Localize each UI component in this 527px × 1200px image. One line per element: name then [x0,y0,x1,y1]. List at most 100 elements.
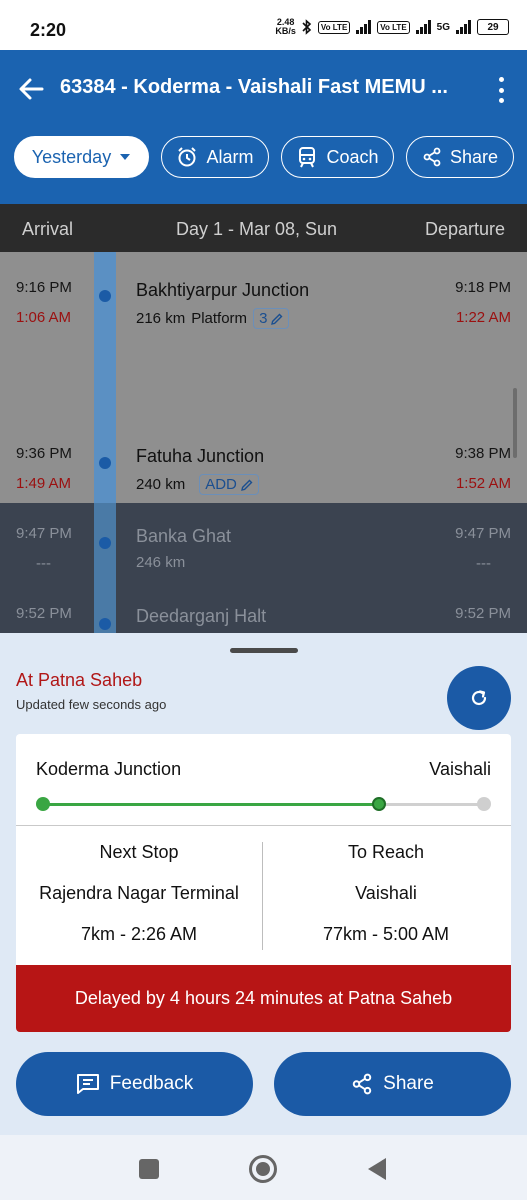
next-stop-name: Rajendra Nagar Terminal [39,883,239,903]
more-options-icon[interactable] [497,77,505,103]
scheduled-departure: 9:52 PM [455,605,511,622]
alarm-label: Alarm [206,146,254,167]
network-speed: 2.48 KB/s [275,17,296,36]
scheduled-departure: 9:47 PM [455,525,511,542]
signal-icon-3 [456,20,471,34]
list-scrollbar[interactable] [513,388,517,458]
coach-label: Coach [326,146,379,167]
journey-progress-card: Koderma Junction Vaishali Next Stop Raje… [16,734,511,1032]
route-track-upcoming [94,503,116,633]
station-name: Fatuha Junction [136,446,265,466]
station-dot [99,290,111,302]
train-icon [299,147,316,168]
station-dot [99,618,111,630]
station-dot [99,537,111,549]
signal-icon-1 [356,20,372,34]
destination-dot [477,797,491,811]
pencil-icon [271,313,283,325]
next-stop-label: Next Stop [99,842,179,862]
platform-number: 3 [259,310,268,327]
actual-arrival: --- [36,555,51,572]
refresh-icon [471,690,487,706]
share-chip[interactable]: Share [406,136,514,178]
station-distance: 246 km [136,554,186,571]
schedule-list[interactable]: 9:16 PM 1:06 AM Bakhtiyarpur Junction 21… [0,252,527,633]
day-label: Day 1 - Mar 08, Sun [176,219,338,239]
next-stop-info: 7km - 2:26 AM [80,924,198,944]
day-header: Arrival Day 1 - Mar 08, Sun Departure [0,204,527,252]
back-arrow-icon[interactable] [16,74,46,104]
current-location: At Patna Saheb [16,670,143,690]
date-selector-chip[interactable]: Yesterday [14,136,149,178]
scheduled-arrival: 9:36 PM [16,445,72,462]
bluetooth-icon [302,19,312,35]
last-updated: Updated few seconds ago [16,697,167,712]
actual-arrival: 1:49 AM [16,475,72,492]
status-time: 2:20 [30,20,67,40]
refresh-button[interactable] [447,666,511,730]
station-dot [99,457,111,469]
delay-text: Delayed by 4 hours 24 minutes at Patna S… [74,988,453,1008]
origin-station: Koderma Junction [36,759,182,779]
actual-arrival: 1:06 AM [16,309,72,326]
pencil-icon [240,479,253,491]
station-distance: 240 km [136,476,186,493]
feedback-button[interactable]: Feedback [16,1052,253,1116]
alarm-clock-icon [178,147,197,167]
platform-label: Platform [191,310,248,327]
share-label: Share [449,146,499,167]
back-icon[interactable] [368,1158,386,1180]
train-title: 63384 - Koderma - Vaishali Fast MEMU ... [60,76,448,98]
network-type: 5G [436,21,450,33]
station-name: Banka Ghat [136,526,232,546]
scheduled-arrival: 9:52 PM [16,605,72,622]
status-icons: 2.48 KB/s Vo LTE Vo LTE 5G 29 [275,18,509,36]
volte-badge-2: Vo LTE [377,20,410,34]
share-button-label: Share [383,1073,434,1094]
add-platform-tag[interactable]: ADD [199,474,259,495]
status-bar: 2:20 2.48 KB/s Vo LTE Vo LTE 5G 29 [0,0,527,50]
arrival-column-header: Arrival [22,219,74,239]
app-bar: 63384 - Koderma - Vaishali Fast MEMU ...… [0,50,527,204]
volte-badge-1: Vo LTE [317,20,351,34]
system-nav-bar [0,1135,527,1200]
alarm-chip[interactable]: Alarm [161,136,269,178]
actual-departure: 1:22 AM [455,309,511,326]
platform-edit-tag[interactable]: 3 [253,308,290,329]
home-icon[interactable] [249,1155,277,1183]
share-icon [423,147,441,167]
station-distance: 216 km [136,310,186,327]
recents-icon[interactable] [139,1159,159,1179]
live-status-sheet: At Patna Saheb Updated few seconds ago K… [0,633,527,1135]
divider [16,825,511,826]
feedback-label: Feedback [109,1073,194,1094]
to-reach-info: 77km - 5:00 AM [322,924,450,944]
to-reach-name: Vaishali [355,883,417,903]
station-name: Deedarganj Halt [136,606,267,626]
journey-progress-bar [42,803,485,806]
add-platform-label: ADD [205,476,237,493]
share-button[interactable]: Share [274,1052,511,1116]
current-position-dot [371,797,386,811]
share-icon [352,1073,372,1095]
battery-icon: 29 [477,19,509,35]
feedback-icon [76,1074,99,1094]
to-reach-column: To Reach Vaishali 77km - 5:00 AM [263,842,509,965]
station-name: Bakhtiyarpur Junction [136,280,310,300]
departure-column-header: Departure [424,219,505,239]
next-stop-column: Next Stop Rajendra Nagar Terminal 7km - … [16,842,262,965]
battery-level: 29 [487,21,499,33]
destination-station: Vaishali [429,759,491,779]
action-chips: Yesterday Alarm Coach Share [14,136,514,178]
coach-chip[interactable]: Coach [281,136,394,178]
scheduled-departure: 9:38 PM [455,445,511,462]
date-selector-label: Yesterday [31,146,112,167]
station-details: 246 km [136,554,185,571]
delay-banner: Delayed by 4 hours 24 minutes at Patna S… [16,965,511,1032]
signal-icon-2 [415,20,431,34]
scheduled-arrival: 9:16 PM [16,279,72,296]
journey-progress-fill [42,803,379,806]
scheduled-departure: 9:18 PM [455,279,511,296]
station-details: 216 km Platform 3 [136,308,290,329]
sheet-drag-handle[interactable] [230,648,298,653]
